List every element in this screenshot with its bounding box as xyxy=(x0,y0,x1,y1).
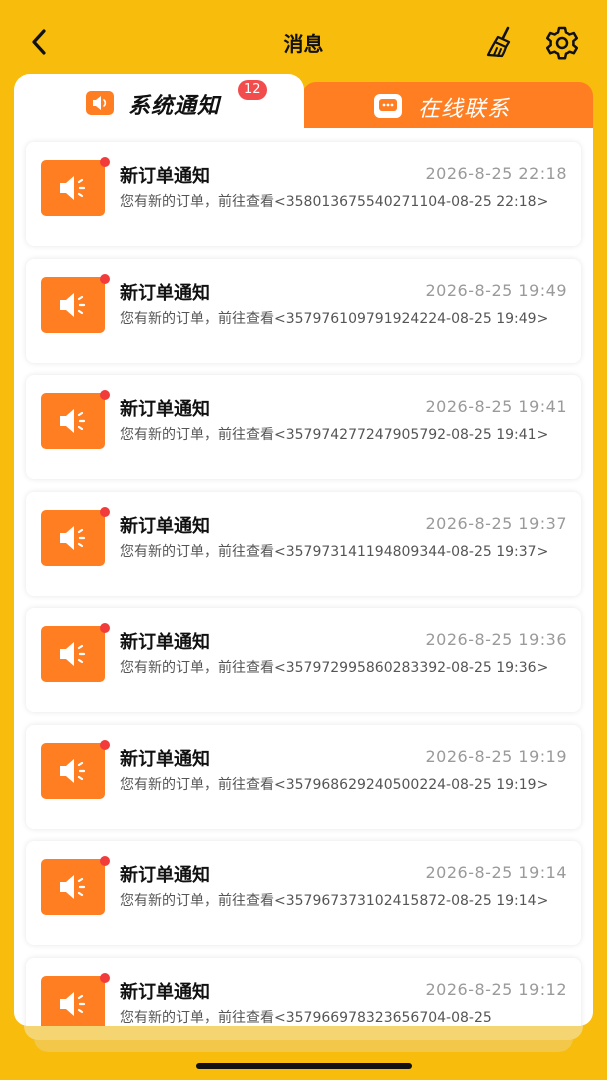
notification-body: 您有新的订单，前往查看<357974277247905792-08-25 19:… xyxy=(120,427,549,443)
notification-body: 您有新的订单，前往查看<357966978323656704-08-25 xyxy=(120,1009,492,1026)
unread-dot xyxy=(100,390,110,400)
speaker-icon xyxy=(86,91,114,115)
notification-list[interactable]: 新订单通知 2026-8-25 22:18 您有新的订单，前往查看<358013… xyxy=(26,142,581,1026)
notification-item[interactable]: 新订单通知 2026-8-25 19:37 您有新的订单，前往查看<357973… xyxy=(26,491,581,596)
unread-count-badge: 12 xyxy=(238,80,267,100)
notification-body: 您有新的订单，前往查看<357967373102415872-08-25 19:… xyxy=(120,893,549,909)
speaker-icon xyxy=(41,975,105,1026)
notification-panel: 新订单通知 2026-8-25 22:18 您有新的订单，前往查看<358013… xyxy=(14,128,593,1026)
notification-time: 2026-8-25 19:12 xyxy=(425,979,567,999)
tab-system-notice[interactable]: 系统通知 12 xyxy=(14,74,304,136)
nav-bar: 消息 xyxy=(0,0,607,84)
speaker-icon xyxy=(41,742,105,799)
notification-time: 2026-8-25 22:18 xyxy=(425,164,567,183)
notification-body: 您有新的订单，前往查看<357973141194809344-08-25 19:… xyxy=(120,543,549,560)
speaker-icon xyxy=(41,393,105,449)
unread-dot xyxy=(100,273,110,284)
notification-title: 新订单通知 xyxy=(120,865,210,886)
tab-label: 系统通知 xyxy=(128,94,221,119)
notification-item[interactable]: 新订单通知 2026-8-25 19:41 您有新的订单，前往查看<357974… xyxy=(26,375,581,479)
notification-item[interactable]: 新订单通知 2026-8-25 22:18 您有新的订单，前往查看<358013… xyxy=(26,142,581,246)
notification-title: 新订单通知 xyxy=(120,282,210,304)
speaker-icon xyxy=(41,276,105,333)
speaker-icon xyxy=(41,859,105,915)
notification-body: 您有新的订单，前往查看<357968629240500224-08-25 19:… xyxy=(120,776,549,793)
unread-dot xyxy=(100,623,110,633)
notification-title: 新订单通知 xyxy=(120,981,210,1003)
notification-time: 2026-8-25 19:36 xyxy=(425,630,567,649)
notification-title: 新订单通知 xyxy=(120,748,210,770)
notification-item[interactable]: 新订单通知 2026-8-25 19:14 您有新的订单，前往查看<357967… xyxy=(26,841,581,945)
notification-time: 2026-8-25 19:37 xyxy=(425,513,567,533)
unread-dot xyxy=(100,856,110,866)
notification-time: 2026-8-25 19:14 xyxy=(425,863,567,882)
notification-time: 2026-8-25 19:19 xyxy=(425,746,567,766)
chat-bubble-icon xyxy=(374,94,402,118)
notification-title: 新订单通知 xyxy=(120,632,210,653)
tab-label: 在线联系 xyxy=(418,97,511,122)
notification-time: 2026-8-25 19:49 xyxy=(425,280,567,300)
notification-item[interactable]: 新订单通知 2026-8-25 19:36 您有新的订单，前往查看<357972… xyxy=(26,608,581,712)
notification-title: 新订单通知 xyxy=(120,166,210,187)
broom-icon xyxy=(486,26,511,58)
unread-dot xyxy=(100,506,110,517)
notification-item[interactable]: 新订单通知 2026-8-25 19:19 您有新的订单，前往查看<357968… xyxy=(26,724,581,829)
gear-icon xyxy=(545,26,579,60)
unread-dot xyxy=(100,972,110,983)
notification-body: 您有新的订单，前往查看<358013675540271104-08-25 22:… xyxy=(120,194,549,210)
notification-time: 2026-8-25 19:41 xyxy=(425,397,567,416)
notification-title: 新订单通知 xyxy=(120,515,210,537)
unread-dot xyxy=(100,739,110,750)
notification-item[interactable]: 新订单通知 2026-8-25 19:12 您有新的订单，前往查看<357966… xyxy=(26,957,581,1026)
notification-item[interactable]: 新订单通知 2026-8-25 19:49 您有新的订单，前往查看<357976… xyxy=(26,258,581,363)
speaker-icon xyxy=(41,509,105,566)
notification-title: 新订单通知 xyxy=(120,399,210,420)
notification-body: 您有新的订单，前往查看<357976109791924224-08-25 19:… xyxy=(120,310,549,327)
clear-all-button[interactable] xyxy=(484,24,518,60)
settings-button[interactable] xyxy=(543,24,581,62)
unread-dot xyxy=(100,157,110,167)
speaker-icon xyxy=(41,160,105,216)
speaker-icon xyxy=(41,626,105,682)
notification-body: 您有新的订单，前往查看<357972995860283392-08-25 19:… xyxy=(120,660,549,676)
home-indicator xyxy=(196,1063,412,1069)
tab-online-contact[interactable]: 在线联系 xyxy=(302,82,593,130)
